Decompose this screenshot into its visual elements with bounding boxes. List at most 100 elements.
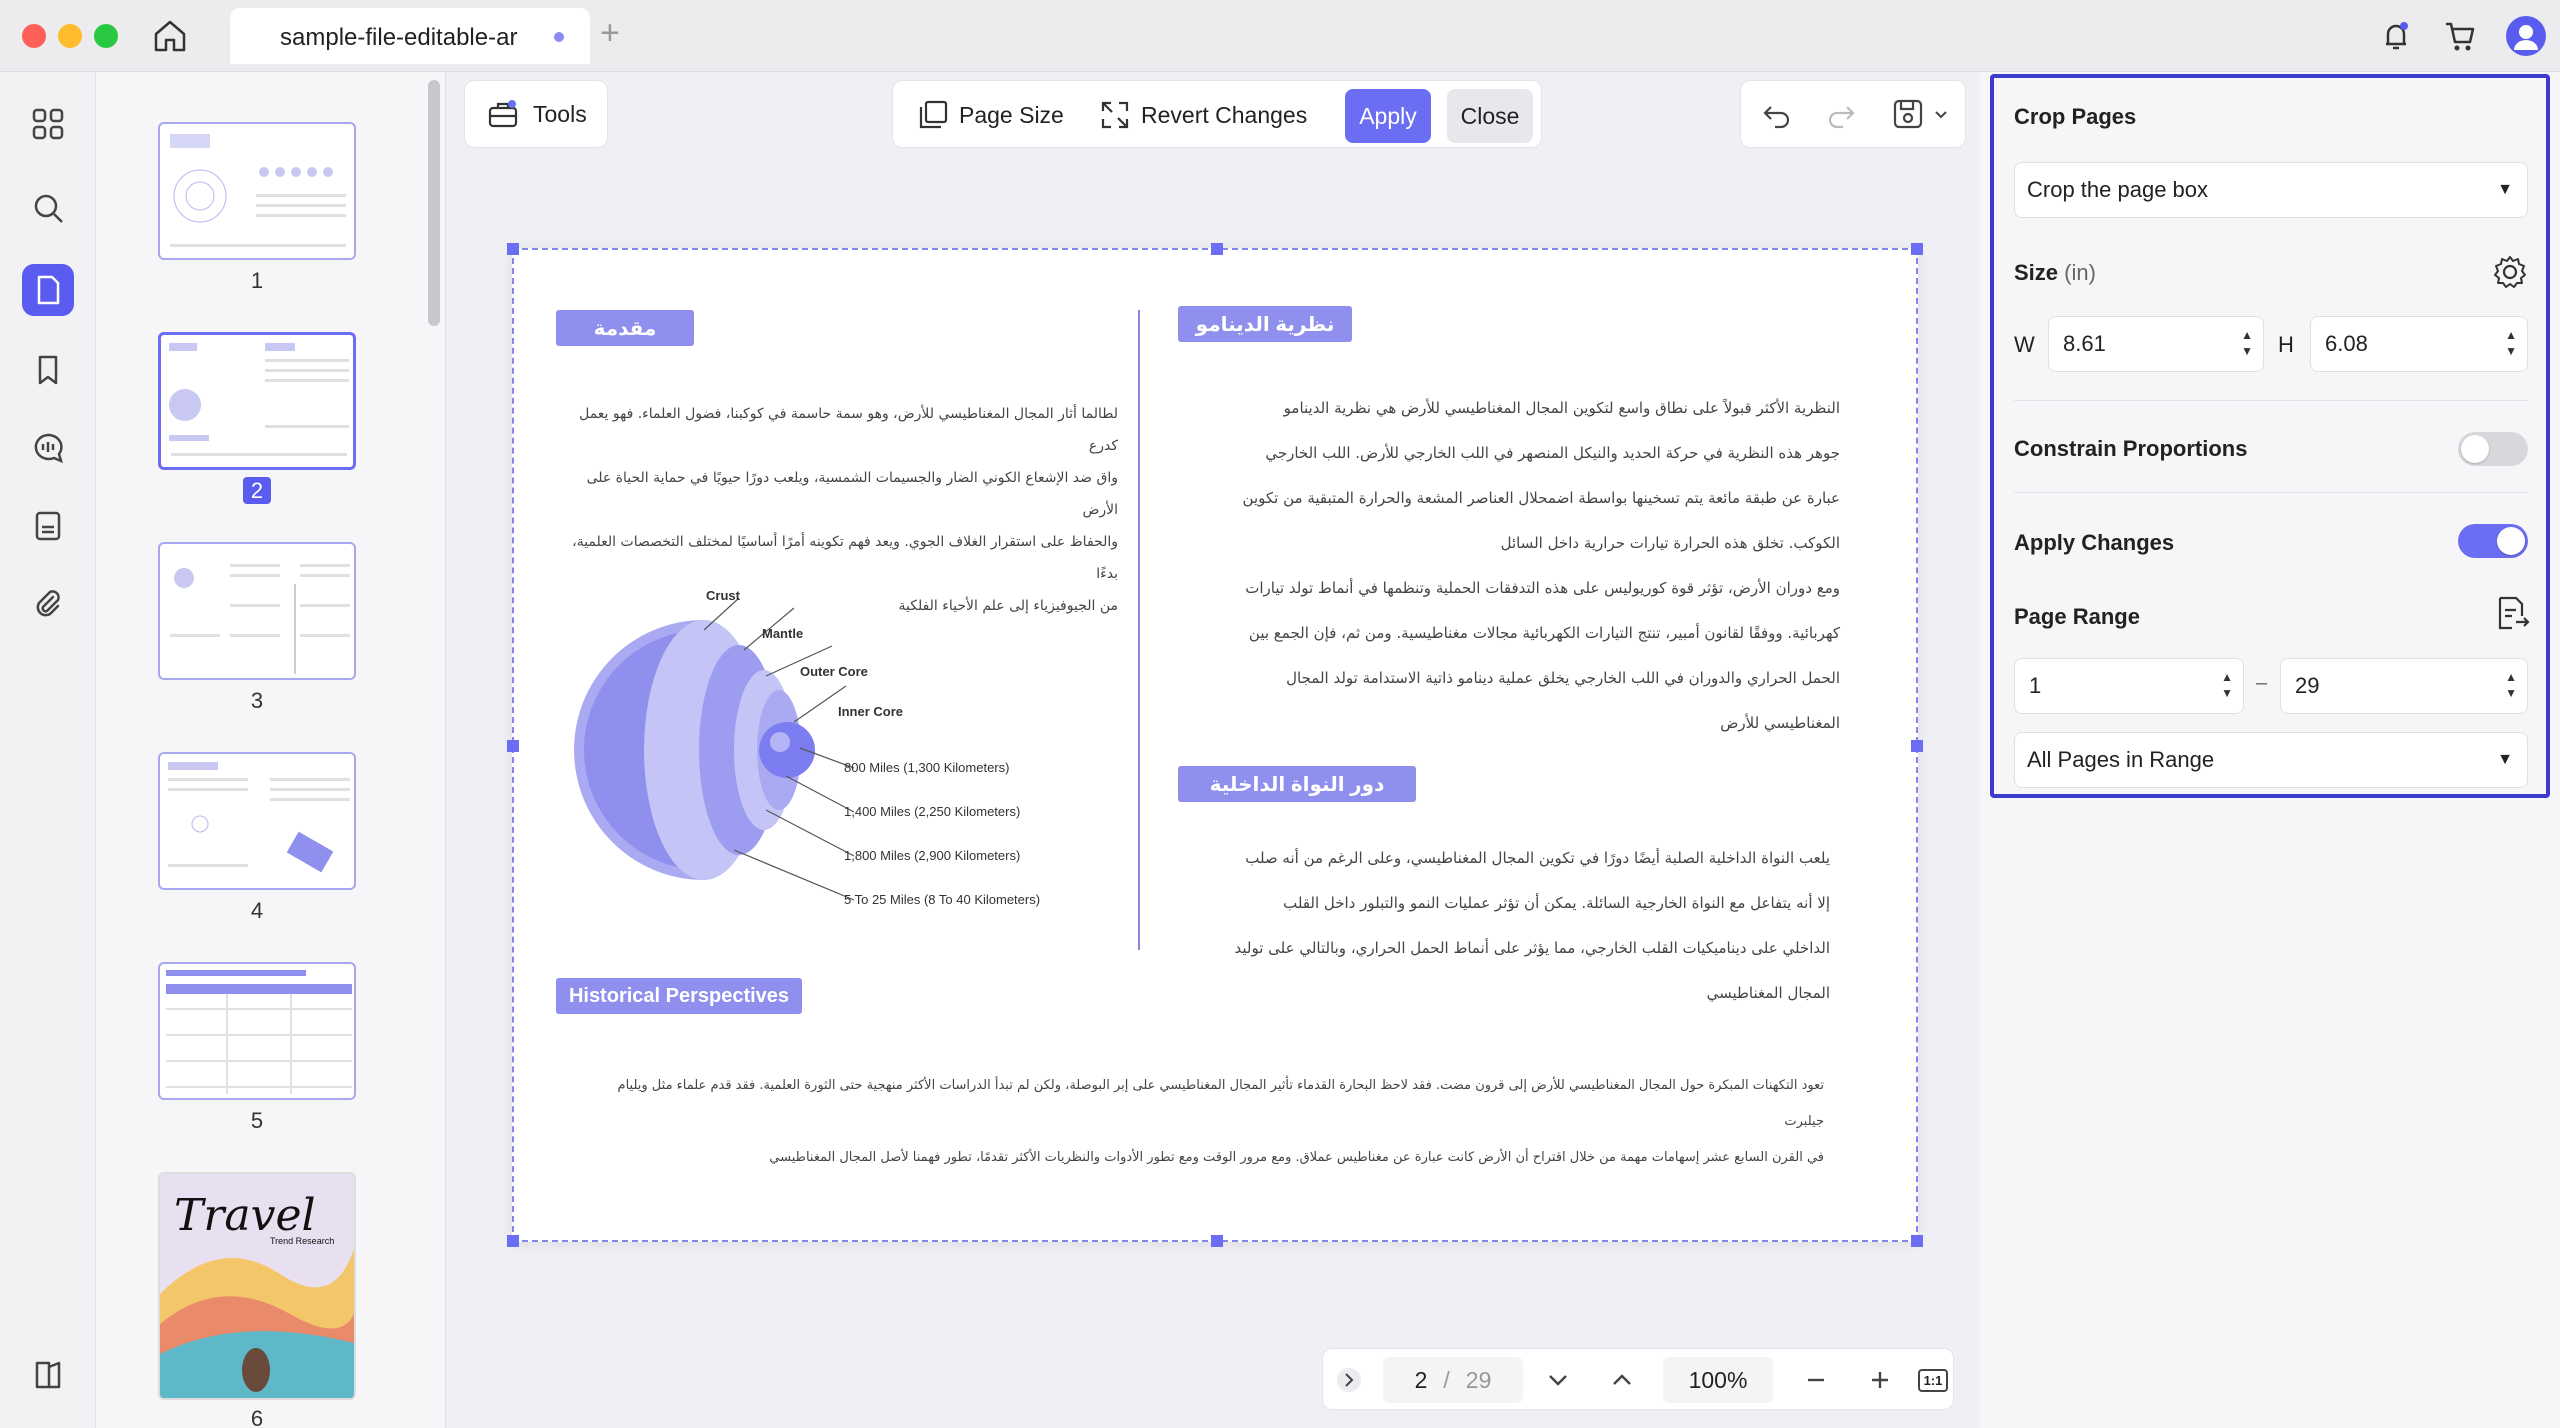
document-tab[interactable]: sample-file-editable-ar: [230, 8, 590, 64]
range-to-value: 29: [2295, 673, 2320, 698]
thumbnail-panel: 1 2 3 4 5 Travel Trend Research 6: [96, 72, 446, 1428]
column-divider: [1138, 310, 1140, 950]
diagram-distance-3: 1,800 Miles (2,900 Kilometers): [844, 848, 1021, 863]
thumbnail-page-6[interactable]: Travel Trend Research: [158, 1172, 356, 1400]
range-from-input[interactable]: 1 ▲ ▼: [2014, 658, 2244, 714]
toolbox-icon: [488, 100, 518, 128]
plus-icon: [1872, 1372, 1888, 1388]
sidebar-toggle-icon[interactable]: [22, 1348, 74, 1400]
user-avatar[interactable]: [2506, 16, 2546, 56]
crop-handle-bottom[interactable]: [1211, 1235, 1223, 1247]
expand-nav-button[interactable]: [1331, 1349, 1367, 1411]
new-tab-button[interactable]: +: [600, 14, 620, 53]
crop-handle-top[interactable]: [1211, 243, 1223, 255]
thumbnail-travel-sub: Trend Research: [270, 1236, 334, 1246]
revert-changes-button[interactable]: Revert Changes: [1089, 91, 1317, 139]
page-size-label: Page Size: [959, 101, 1064, 128]
zoom-level-field[interactable]: 100%: [1663, 1357, 1773, 1403]
crop-handle-right[interactable]: [1911, 740, 1923, 752]
chevron-up-icon: [1613, 1374, 1631, 1385]
close-window-button[interactable]: [22, 24, 46, 48]
search-icon[interactable]: [22, 182, 74, 234]
thumbnail-page-4[interactable]: [158, 752, 356, 890]
apply-button[interactable]: Apply: [1345, 89, 1431, 143]
bookmark-icon[interactable]: [22, 344, 74, 396]
range-dash: –: [2256, 672, 2268, 694]
previous-page-button[interactable]: [1597, 1349, 1647, 1411]
current-page: 2: [1414, 1366, 1428, 1393]
save-icon[interactable]: [1891, 97, 1925, 131]
range-mode-select[interactable]: All Pages in Range ▼: [2014, 732, 2528, 788]
notification-bell-icon[interactable]: [2378, 18, 2414, 54]
history-toolbar: [1740, 80, 1966, 148]
range-mode-value: All Pages in Range: [2027, 747, 2215, 772]
minus-icon: [1808, 1378, 1824, 1382]
diagram-distance-4: 5 To 25 Miles (8 To 40 Kilometers): [844, 892, 1041, 907]
page-range-icon[interactable]: [2494, 594, 2530, 634]
range-to-input[interactable]: 29 ▲ ▼: [2280, 658, 2528, 714]
diagram-label-mantle: Mantle: [762, 626, 804, 641]
thumbnail-label: 1: [250, 268, 264, 293]
tools-button[interactable]: Tools: [464, 80, 608, 148]
stamp-icon[interactable]: [22, 500, 74, 552]
minimize-window-button[interactable]: [58, 24, 82, 48]
actual-size-button[interactable]: 1:1: [1913, 1349, 1953, 1411]
gear-icon[interactable]: [2492, 254, 2528, 290]
chevron-down-icon[interactable]: [1933, 107, 1949, 123]
thumbnail-label: 5: [250, 1108, 264, 1133]
total-pages: 29: [1465, 1366, 1492, 1393]
height-stepper[interactable]: ▲ ▼: [2505, 327, 2517, 359]
attachment-icon[interactable]: [22, 578, 74, 630]
diagram-distance-2: 1,400 Miles (2,250 Kilometers): [844, 804, 1021, 819]
redo-icon[interactable]: [1825, 99, 1857, 131]
dynamo-paragraph: النظرية الأكثر قبولاً على نطاق واسع لتكو…: [1242, 399, 1840, 732]
crop-handle-left[interactable]: [507, 740, 519, 752]
size-label: Size (in): [2014, 260, 2096, 285]
next-page-button[interactable]: [1533, 1349, 1583, 1411]
crop-handle-br[interactable]: [1911, 1235, 1923, 1247]
document-page[interactable]: مقدمة لطالما أثار المجال المغناطيسي للأر…: [507, 243, 1923, 1247]
inner-core-title: دور النواة الداخلية: [1178, 766, 1416, 802]
height-label: H: [2278, 332, 2294, 357]
home-icon[interactable]: [150, 18, 190, 54]
height-input[interactable]: 6.08 ▲ ▼: [2310, 316, 2528, 372]
range-from-stepper[interactable]: ▲ ▼: [2221, 669, 2233, 701]
width-input[interactable]: 8.61 ▲ ▼: [2048, 316, 2264, 372]
thumbnail-page-2[interactable]: [158, 332, 356, 470]
width-label: W: [2014, 332, 2035, 357]
range-to-stepper[interactable]: ▲ ▼: [2505, 669, 2517, 701]
thumbnail-label: 3: [250, 688, 264, 713]
crop-handle-tr[interactable]: [1911, 243, 1923, 255]
thumbnail-scrollbar[interactable]: [428, 80, 440, 326]
crop-mode-select[interactable]: Crop the page box ▼: [2014, 162, 2528, 218]
tools-label: Tools: [533, 100, 587, 127]
chevron-down-icon: [1549, 1375, 1567, 1386]
crop-handle-tl[interactable]: [507, 243, 519, 255]
comment-icon[interactable]: [22, 422, 74, 474]
crop-mode-value: Crop the page box: [2027, 177, 2209, 202]
page-size-button[interactable]: Page Size: [907, 91, 1074, 139]
zoom-out-button[interactable]: [1791, 1349, 1841, 1411]
pages-icon[interactable]: [22, 264, 74, 316]
crop-handle-bl[interactable]: [507, 1235, 519, 1247]
zoom-in-button[interactable]: [1855, 1349, 1905, 1411]
constrain-proportions-toggle[interactable]: [2458, 432, 2528, 466]
grid-icon[interactable]: [22, 98, 74, 150]
thumbnail-page-3[interactable]: [158, 542, 356, 680]
width-stepper[interactable]: ▲ ▼: [2241, 327, 2253, 359]
height-value: 6.08: [2325, 331, 2368, 356]
revert-icon: [1101, 101, 1129, 129]
thumbnail-page-5[interactable]: [158, 962, 356, 1100]
diagram-label-crust: Crust: [706, 588, 740, 603]
undo-icon[interactable]: [1761, 99, 1793, 131]
page-number-field[interactable]: 2 / 29: [1383, 1357, 1523, 1403]
thumbnail-page-1[interactable]: [158, 122, 356, 260]
tab-title: sample-file-editable-ar: [280, 24, 518, 51]
zoom-window-button[interactable]: [94, 24, 118, 48]
page-separator: /: [1443, 1366, 1450, 1393]
width-value: 8.61: [2063, 331, 2106, 356]
thumbnail-label: 6: [250, 1406, 264, 1428]
apply-changes-toggle[interactable]: [2458, 524, 2528, 558]
cart-icon[interactable]: [2442, 18, 2478, 54]
close-button[interactable]: Close: [1447, 89, 1533, 143]
